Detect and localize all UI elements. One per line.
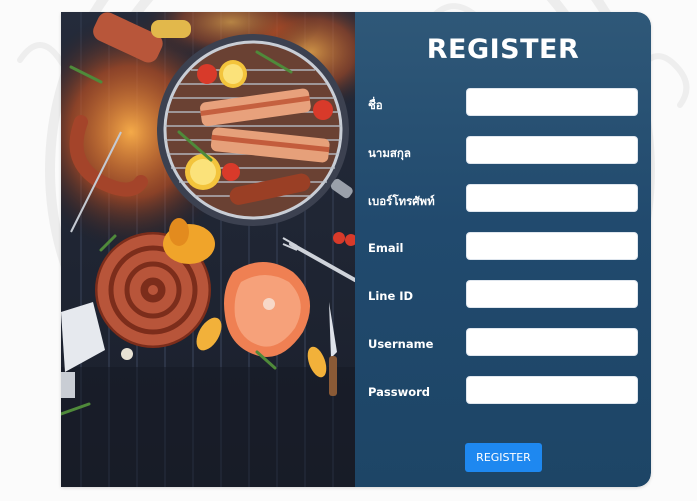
- email-label: Email: [368, 241, 404, 255]
- last-name-label: นามสกุล: [368, 146, 411, 160]
- register-form-panel: REGISTER ชื่อ นามสกุล เบอร์โทรศัพท์ Emai…: [355, 12, 651, 487]
- username-label: Username: [368, 337, 434, 351]
- password-label: Password: [368, 385, 430, 399]
- first-name-label: ชื่อ: [368, 98, 383, 112]
- email-input[interactable]: [466, 232, 638, 260]
- phone-input[interactable]: [466, 184, 638, 212]
- bbq-illustration-image: [61, 12, 355, 487]
- password-input[interactable]: [466, 376, 638, 404]
- line-id-input[interactable]: [466, 280, 638, 308]
- register-page: REGISTER ชื่อ นามสกุล เบอร์โทรศัพท์ Emai…: [0, 0, 697, 501]
- form-title: REGISTER: [426, 34, 580, 65]
- first-name-input[interactable]: [466, 88, 638, 116]
- register-card: REGISTER ชื่อ นามสกุล เบอร์โทรศัพท์ Emai…: [61, 12, 651, 487]
- line-id-label: Line ID: [368, 289, 414, 303]
- phone-label: เบอร์โทรศัพท์: [368, 194, 435, 208]
- register-button[interactable]: REGISTER: [465, 443, 542, 472]
- last-name-input[interactable]: [466, 136, 638, 164]
- bbq-illustration: [61, 12, 355, 487]
- username-input[interactable]: [466, 328, 638, 356]
